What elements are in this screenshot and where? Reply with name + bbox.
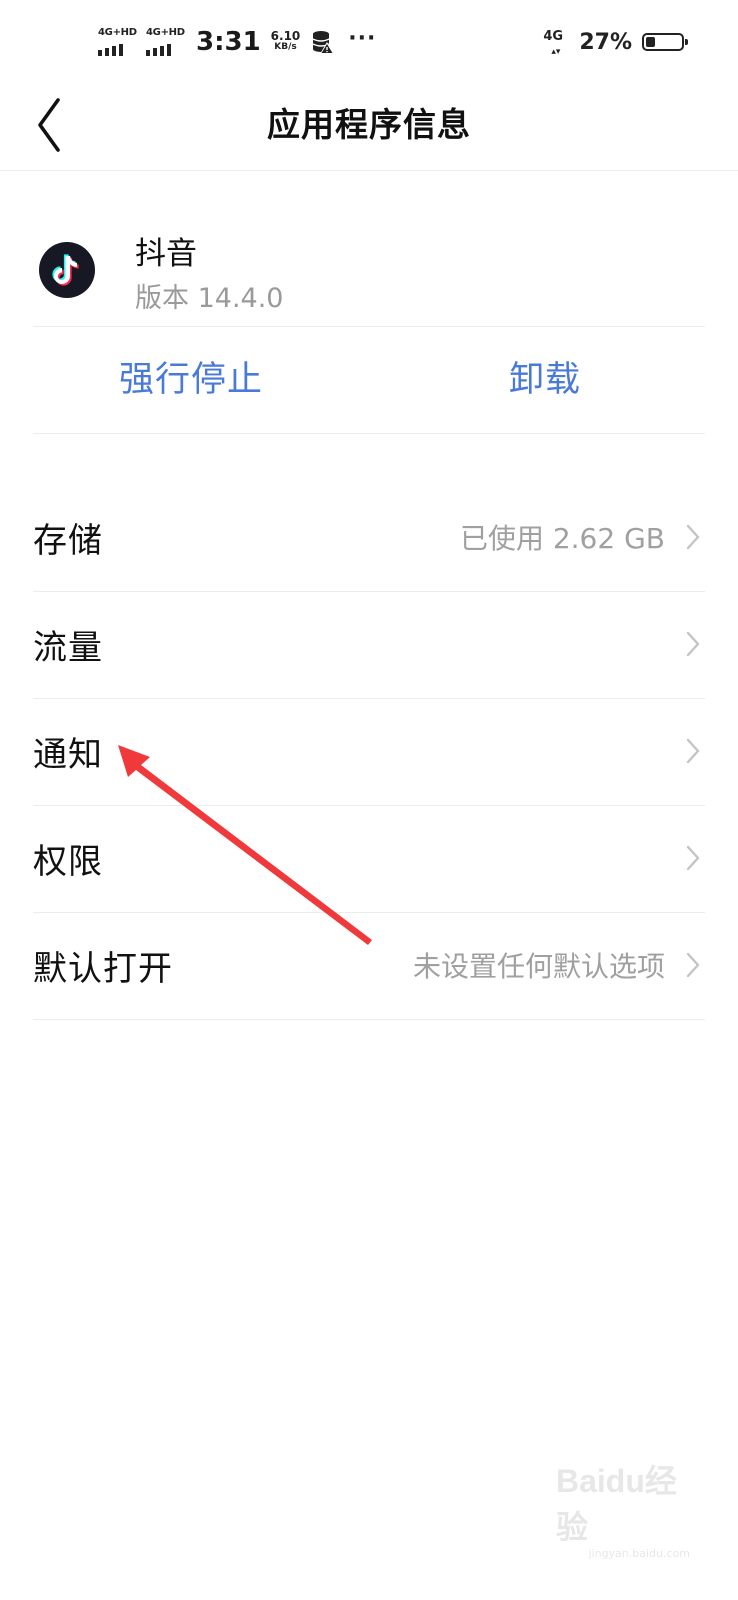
network-speed: 6.10 KB/s [270, 29, 301, 53]
row-value: 未设置任何默认选项 [412, 950, 665, 983]
watermark-url: jingyan.baidu.com [588, 1547, 690, 1560]
force-stop-button[interactable]: 强行停止 [119, 351, 263, 402]
title-bar: 应用程序信息 [0, 80, 738, 171]
chevron-right-icon [686, 952, 700, 978]
network-speed-unit: KB/s [274, 42, 297, 52]
settings-row-storage[interactable]: 存储 已使用 2.62 GB [33, 485, 705, 592]
chevron-right-icon [686, 631, 700, 657]
settings-row-open-by-default[interactable]: 默认打开 未设置任何默认选项 [33, 913, 705, 1020]
row-label: 通知 [33, 735, 103, 775]
chevron-right-icon [686, 524, 700, 550]
tiktok-app-icon [39, 242, 95, 298]
settings-list: 存储 已使用 2.62 GB 流量 通知 权限 默认打开 未设置任何默认选项 [33, 485, 705, 1020]
status-left: 4G+HD 4G+HD 3:31 6.10 KB/s ··· [98, 22, 376, 62]
baidu-watermark-logo: Baidu经验 jingyan.baidu.com [556, 1463, 706, 1560]
row-label: 默认打开 [33, 949, 173, 989]
settings-row-data-usage[interactable]: 流量 [33, 592, 705, 699]
app-info-screen: 4G+HD 4G+HD 3:31 6.10 KB/s ··· 4G ▴▾ 27%… [0, 0, 738, 1600]
battery-icon [642, 33, 688, 51]
app-name: 抖音 [135, 236, 197, 272]
status-bar: 4G+HD 4G+HD 3:31 6.10 KB/s ··· 4G ▴▾ 27% [0, 0, 738, 80]
mobile-data-icon: 4G ▴▾ [543, 29, 564, 57]
network-type-label: 4G [543, 29, 564, 44]
sim2-signal-icon: 4G+HD [146, 28, 186, 56]
row-value: 已使用 2.62 GB [459, 522, 665, 555]
settings-row-notifications[interactable]: 通知 [33, 699, 705, 806]
watermark-brand: Baidu经验 [556, 1463, 677, 1545]
chevron-right-icon [686, 845, 700, 871]
sim1-label: 4G+HD [98, 27, 137, 38]
database-warning-icon [312, 31, 335, 54]
row-label: 存储 [33, 521, 103, 561]
app-version: 版本 14.4.0 [135, 283, 284, 314]
chevron-right-icon [686, 738, 700, 764]
uninstall-button[interactable]: 卸载 [509, 351, 581, 402]
network-speed-value: 6.10 [270, 29, 301, 43]
battery-percent: 27% [579, 29, 632, 55]
app-actions: 强行停止 卸载 [33, 327, 705, 434]
page-title: 应用程序信息 [267, 105, 471, 144]
sim1-signal-icon: 4G+HD [98, 28, 138, 56]
more-notifications-icon: ··· [348, 25, 377, 51]
app-header: 抖音 版本 14.4.0 [33, 172, 705, 327]
settings-row-permissions[interactable]: 权限 [33, 806, 705, 913]
status-right: 4G ▴▾ 27% [543, 24, 688, 60]
row-label: 流量 [33, 628, 103, 668]
sim2-label: 4G+HD [146, 27, 185, 38]
row-label: 权限 [33, 842, 103, 882]
status-time: 3:31 [196, 27, 261, 57]
